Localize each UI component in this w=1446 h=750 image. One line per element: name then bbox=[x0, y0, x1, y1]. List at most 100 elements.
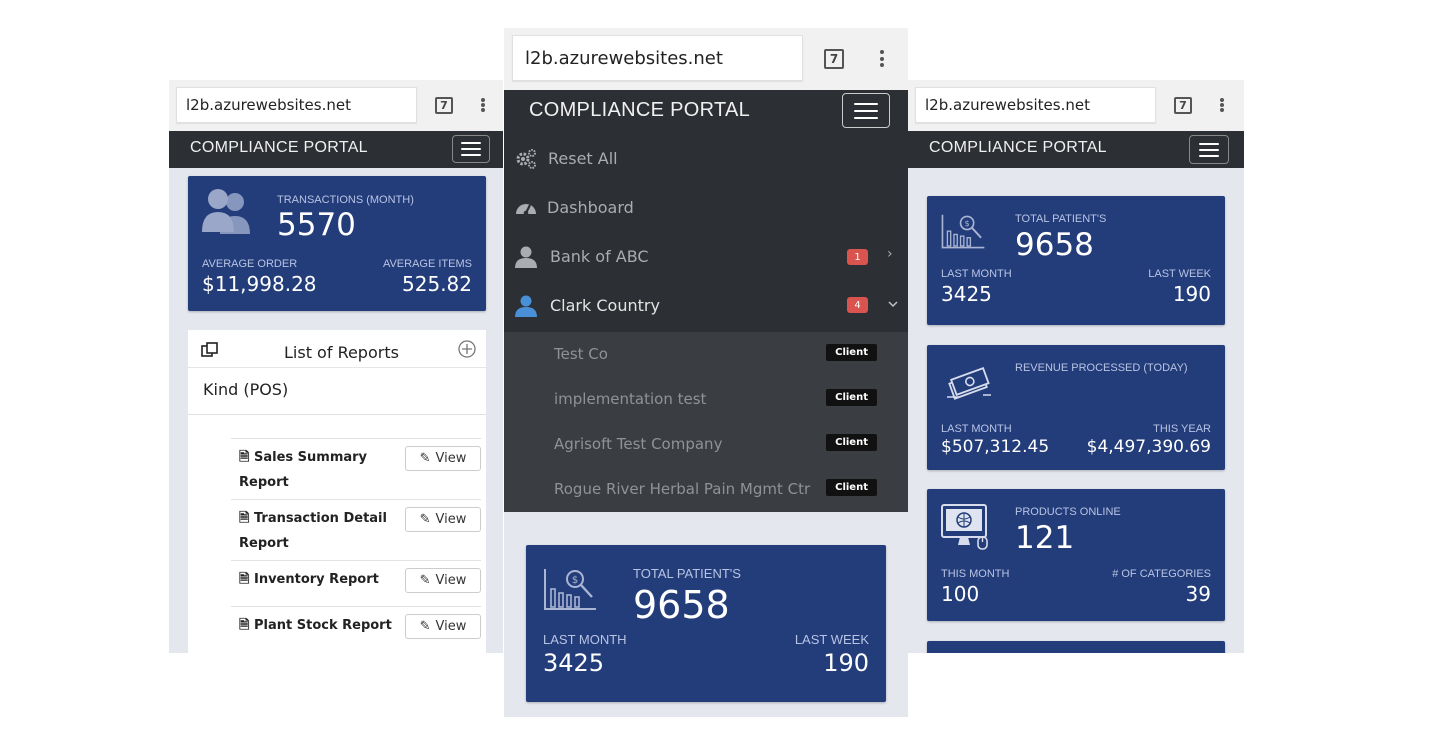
client-item[interactable]: Test Co Client bbox=[504, 332, 908, 377]
view-button[interactable]: ✎ View bbox=[405, 568, 481, 593]
browser-chrome: l2b.azurewebsites.net 7 bbox=[504, 28, 908, 90]
count-badge: 4 bbox=[847, 297, 868, 313]
stat-right-label: LAST WEEK bbox=[1148, 268, 1211, 280]
stat-right-label: THIS YEAR bbox=[1153, 423, 1211, 435]
pencil-icon: ✎ bbox=[419, 573, 431, 588]
view-button[interactable]: ✎ View bbox=[405, 507, 481, 532]
stat-left-value: $11,998.28 bbox=[202, 272, 317, 296]
pencil-icon: ✎ bbox=[419, 619, 431, 634]
client-badge: Client bbox=[826, 479, 877, 496]
stat-value: 9658 bbox=[1015, 227, 1094, 263]
stat-right-value: 525.82 bbox=[402, 272, 472, 296]
view-label: View bbox=[435, 573, 467, 588]
hamburger-menu-button[interactable] bbox=[842, 93, 890, 128]
view-label: View bbox=[435, 512, 467, 527]
browser-menu-icon[interactable] bbox=[1219, 98, 1225, 112]
tab-switcher-button[interactable]: 7 bbox=[1174, 97, 1192, 114]
user-icon bbox=[515, 246, 537, 268]
stat-value: 9658 bbox=[633, 583, 730, 627]
file-icon: 🗎 bbox=[239, 618, 250, 633]
browser-menu-icon[interactable] bbox=[879, 50, 885, 67]
stat-right-value: 190 bbox=[1172, 282, 1211, 306]
stat-left-value: 3425 bbox=[941, 282, 992, 306]
stat-title: REVENUE PROCESSED (TODAY) bbox=[1015, 362, 1188, 374]
tab-switcher-button[interactable]: 7 bbox=[435, 97, 453, 114]
report-row: 🗎 Inventory Report ✎ View bbox=[231, 560, 481, 606]
url-bar[interactable]: l2b.azurewebsites.net bbox=[176, 87, 417, 123]
report-row: 🗎 Plant Stock Report ✎ View bbox=[231, 606, 481, 653]
stat-title: TRANSACTIONS (MONTH) bbox=[277, 194, 414, 206]
gears-icon bbox=[516, 149, 536, 169]
stat-left-value: 3425 bbox=[543, 649, 605, 677]
client-item[interactable]: implementation test Client bbox=[504, 377, 908, 422]
view-button[interactable]: ✎ View bbox=[405, 614, 481, 639]
view-button[interactable]: ✎ View bbox=[405, 446, 481, 471]
report-name-line1: Transaction Detail bbox=[253, 511, 387, 526]
phone-middle: l2b.azurewebsites.net 7 COMPLIANCE PORTA… bbox=[504, 28, 908, 717]
browser-menu-icon[interactable] bbox=[480, 98, 486, 112]
url-bar[interactable]: l2b.azurewebsites.net bbox=[512, 35, 803, 81]
brand-title: COMPLIANCE PORTAL bbox=[190, 139, 368, 156]
report-name: 🗎 Transaction Detail Report bbox=[239, 506, 399, 556]
report-name-line2: Report bbox=[239, 536, 289, 551]
chevron-down-icon bbox=[888, 301, 898, 308]
divider bbox=[188, 414, 486, 415]
reports-title: List of Reports bbox=[284, 343, 399, 362]
client-name: Rogue River Herbal Pain Mgmt Ctr bbox=[554, 480, 811, 498]
hamburger-menu-button[interactable] bbox=[1189, 135, 1229, 164]
patients-card: $ TOTAL PATIENT'S 9658 LAST MONTH 3425 L… bbox=[526, 545, 886, 702]
report-name-line1: Sales Summary bbox=[253, 450, 368, 465]
stat-left-label: THIS MONTH bbox=[941, 568, 1010, 580]
client-item[interactable]: Agrisoft Test Company Client bbox=[504, 422, 908, 467]
client-name: Agrisoft Test Company bbox=[554, 435, 723, 453]
count-badge: 1 bbox=[847, 249, 868, 265]
menu-item-dashboard[interactable]: Dashboard bbox=[504, 183, 908, 232]
client-badge: Client bbox=[826, 434, 877, 451]
report-name: 🗎 Plant Stock Report bbox=[239, 613, 399, 638]
svg-text:$: $ bbox=[964, 218, 969, 228]
patients-card: $ TOTAL PATIENT'S 9658 LAST MONTH 3425 L… bbox=[927, 196, 1225, 325]
url-bar[interactable]: l2b.azurewebsites.net bbox=[915, 87, 1156, 123]
stat-left-label: LAST MONTH bbox=[543, 632, 627, 647]
side-menu: COMPLIANCE PORTAL Reset All Dashboard Ba… bbox=[504, 90, 908, 512]
menu-label: Reset All bbox=[548, 149, 618, 168]
money-icon bbox=[947, 367, 991, 400]
products-card: PRODUCTS ONLINE 121 THIS MONTH 100 # OF … bbox=[927, 489, 1225, 621]
menu-item-reset[interactable]: Reset All bbox=[504, 134, 908, 183]
hamburger-menu-button[interactable] bbox=[452, 135, 490, 163]
phone-right: l2b.azurewebsites.net 7 COMPLIANCE PORTA… bbox=[908, 80, 1244, 653]
menu-label: Clark Country bbox=[550, 296, 660, 315]
stat-title: TOTAL PATIENT'S bbox=[633, 566, 741, 581]
reports-header: List of Reports bbox=[188, 330, 486, 368]
report-name-line1: Plant Stock Report bbox=[253, 618, 392, 633]
client-name: implementation test bbox=[554, 390, 707, 408]
menu-label: Bank of ABC bbox=[550, 247, 649, 266]
add-circle-icon[interactable] bbox=[457, 339, 477, 359]
next-card bbox=[927, 641, 1225, 653]
stat-right-value: $4,497,390.69 bbox=[1086, 437, 1211, 457]
menu-item-clark[interactable]: Clark Country 4 bbox=[504, 281, 908, 330]
report-name: 🗎 Inventory Report bbox=[239, 567, 399, 592]
stat-left-label: LAST MONTH bbox=[941, 423, 1012, 435]
stat-right-label: AVERAGE ITEMS bbox=[382, 258, 472, 270]
brand-title: COMPLIANCE PORTAL bbox=[929, 139, 1107, 156]
svg-text:$: $ bbox=[572, 575, 578, 586]
dashboard-icon bbox=[516, 204, 536, 216]
view-label: View bbox=[435, 619, 467, 634]
transactions-card: TRANSACTIONS (MONTH) 5570 AVERAGE ORDER … bbox=[188, 176, 486, 311]
client-badge: Client bbox=[826, 344, 877, 361]
view-label: View bbox=[435, 451, 467, 466]
monitor-icon bbox=[941, 504, 988, 550]
menu-label: Dashboard bbox=[547, 198, 634, 217]
menu-item-bank[interactable]: Bank of ABC 1 › bbox=[504, 232, 908, 281]
client-name: Test Co bbox=[554, 345, 608, 363]
kind-label: Kind (POS) bbox=[203, 380, 289, 399]
copy-icon bbox=[201, 342, 218, 357]
tab-switcher-button[interactable]: 7 bbox=[824, 49, 844, 69]
stat-right-label: LAST WEEK bbox=[794, 632, 869, 647]
stat-right-label: # OF CATEGORIES bbox=[1112, 568, 1211, 580]
client-item[interactable]: Rogue River Herbal Pain Mgmt Ctr Client bbox=[504, 467, 908, 512]
brand-title: COMPLIANCE PORTAL bbox=[529, 99, 751, 121]
report-name-line2: Report bbox=[239, 475, 289, 490]
stat-title: TOTAL PATIENT'S bbox=[1015, 213, 1107, 225]
